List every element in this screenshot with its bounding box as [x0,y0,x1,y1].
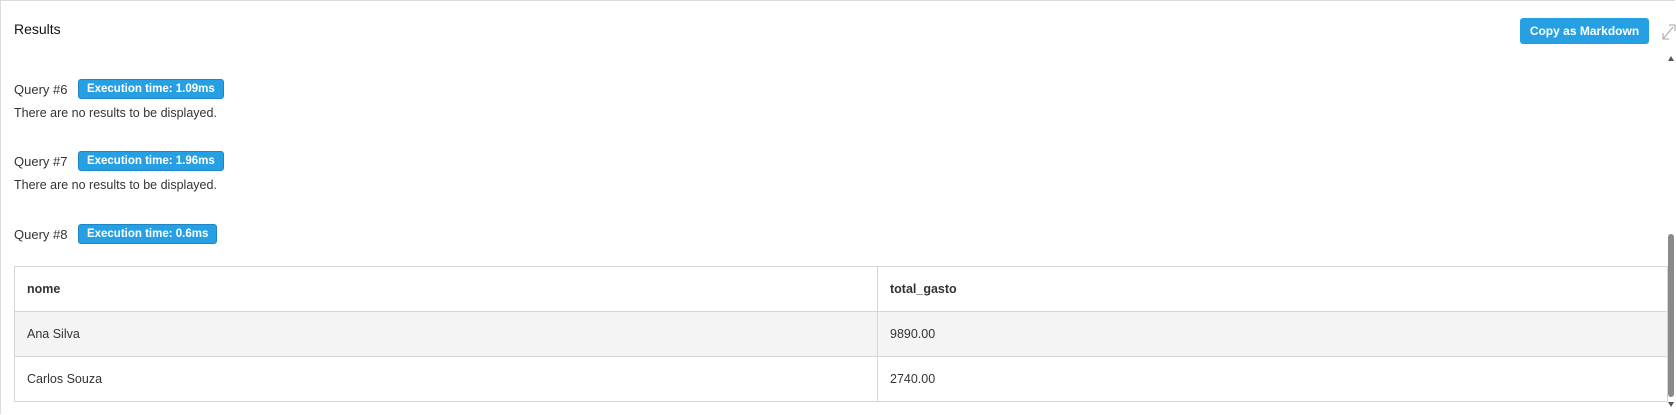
panel-title: Results [14,21,61,37]
table-cell: Carlos Souza [14,356,878,402]
query-header: Query #7 Execution time: 1.96ms [14,151,224,171]
column-header-total-gasto[interactable]: total_gasto [877,266,1668,312]
query-label: Query #6 [14,81,68,97]
query-header: Query #8 Execution time: 0.6ms [14,224,218,244]
table-cell: 9890.00 [877,311,1668,357]
results-panel: Results Copy as Markdown Query #6 Execut… [0,0,1676,414]
vertical-scrollbar-thumb[interactable] [1668,234,1674,397]
table-row: Carlos Souza 2740.00 [14,356,1668,402]
table-cell: 2740.00 [877,356,1668,402]
query-header: Query #6 Execution time: 1.09ms [14,79,224,99]
expand-icon[interactable] [1661,21,1676,41]
table-cell: Ana Silva [14,311,878,357]
scroll-down-arrow-icon[interactable] [1668,402,1674,407]
execution-time-badge: Execution time: 1.96ms [77,151,224,171]
no-results-message: There are no results to be displayed. [14,178,217,192]
results-table: nome total_gasto Ana Silva 9890.00 Carlo… [14,266,1668,402]
execution-time-badge: Execution time: 1.09ms [77,79,224,99]
table-row: Ana Silva 9890.00 [14,311,1668,357]
scroll-up-arrow-icon[interactable] [1668,56,1674,61]
column-header-nome[interactable]: nome [14,266,878,312]
table-header-row: nome total_gasto [14,266,1668,312]
execution-time-badge: Execution time: 0.6ms [77,224,218,244]
query-label: Query #7 [14,153,68,169]
no-results-message: There are no results to be displayed. [14,106,217,120]
query-label: Query #8 [14,226,68,242]
copy-as-markdown-button[interactable]: Copy as Markdown [1520,18,1649,44]
